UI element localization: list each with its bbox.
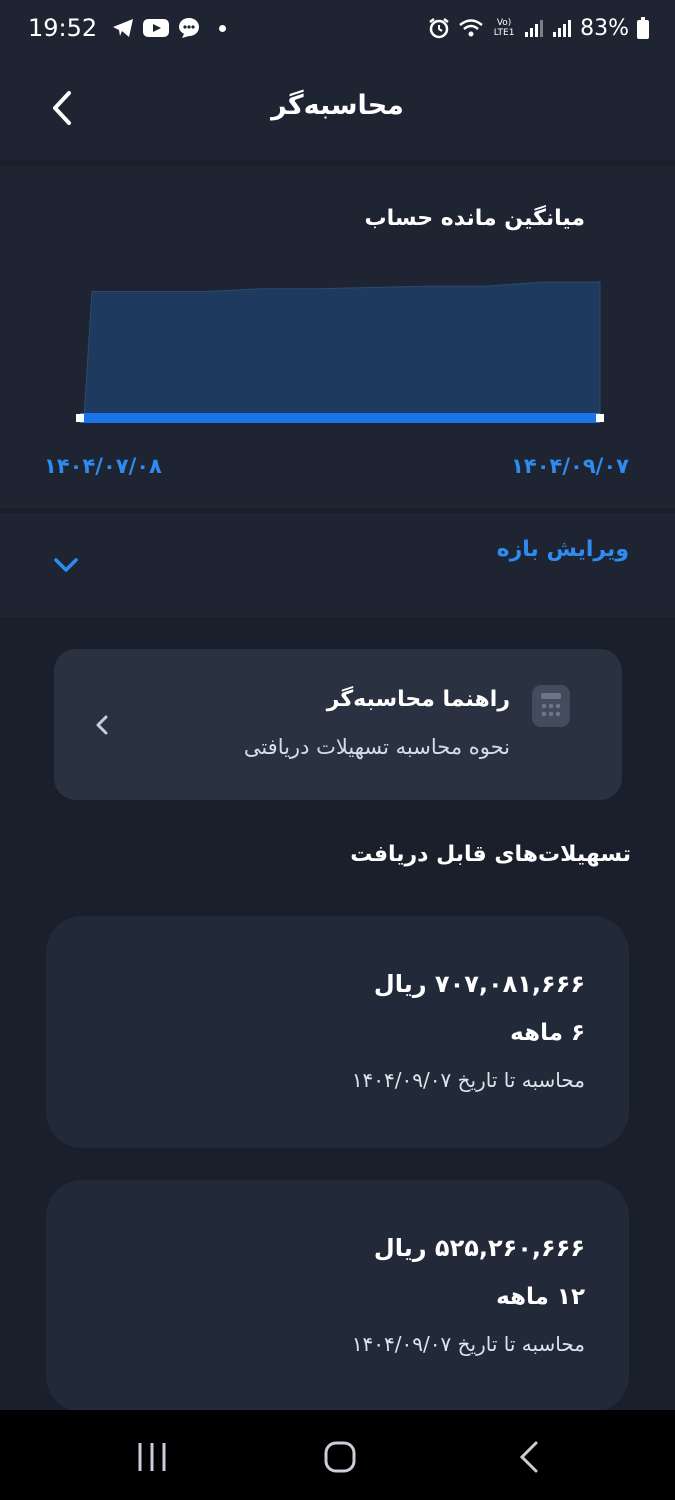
range-end-handle[interactable]	[596, 414, 604, 422]
battery-percentage: 83%	[580, 15, 629, 41]
wifi-icon	[459, 19, 483, 37]
loan-amount: ۷۰۷,۰۸۱,۶۶۶ ریال	[373, 970, 585, 998]
telegram-icon	[113, 19, 134, 37]
app-header: محاسبه‌گر	[0, 56, 675, 160]
average-balance-chart-card: میانگین مانده حساب ۱۴۰۴/۰۷/۰۸ ۱۴۰۴/۰۹/۰۷	[0, 166, 675, 508]
status-bar-left: 19:52	[28, 14, 227, 42]
section-heading: تسهیلات‌های قابل دریافت	[350, 842, 631, 867]
calculator-icon-glyph	[541, 693, 561, 717]
home-icon[interactable]	[320, 1440, 360, 1474]
edit-range-row[interactable]: ویرایش بازه	[0, 513, 675, 617]
calculator-icon	[532, 685, 570, 727]
loan-term: ۶ ماهه	[510, 1020, 585, 1046]
edit-range-label: ویرایش بازه	[496, 537, 629, 562]
loan-calculation-note: محاسبه تا تاریخ ۱۴۰۴/۰۹/۰۷	[351, 1068, 585, 1092]
youtube-icon	[143, 19, 170, 37]
chart-end-date: ۱۴۰۴/۰۹/۰۷	[511, 454, 629, 478]
back-nav-icon[interactable]	[510, 1440, 550, 1474]
page-title: محاسبه‌گر	[271, 90, 404, 121]
range-selection-bar[interactable]	[80, 413, 600, 423]
range-start-handle[interactable]	[76, 414, 84, 422]
battery-icon	[637, 17, 649, 39]
loan-amount: ۵۲۵,۲۶۰,۶۶۶ ریال	[373, 1234, 585, 1262]
signal-icon	[553, 20, 572, 37]
chevron-down-icon	[54, 558, 78, 572]
status-bar-right: Vo) LTE1 83%	[428, 16, 649, 41]
status-time: 19:52	[28, 14, 98, 42]
network-label: Vo) LTE1	[493, 18, 515, 38]
chart-start-date: ۱۴۰۴/۰۷/۰۸	[44, 454, 162, 478]
guide-title: راهنما محاسبه‌گر	[326, 687, 510, 712]
notification-dot	[219, 24, 227, 32]
status-bar: 19:52 Vo) LTE1 83%	[0, 0, 675, 56]
chevron-left-icon	[96, 715, 108, 735]
recent-apps-icon[interactable]	[132, 1440, 172, 1474]
chart-area-series	[80, 281, 601, 419]
loan-option-card[interactable]: ۷۰۷,۰۸۱,۶۶۶ ریال ۶ ماهه محاسبه تا تاریخ …	[46, 916, 629, 1148]
system-nav-bar	[0, 1410, 675, 1500]
loan-term: ۱۲ ماهه	[496, 1284, 585, 1310]
signal-icon	[525, 20, 544, 37]
calculator-guide-card[interactable]: راهنما محاسبه‌گر نحوه محاسبه تسهیلات دری…	[54, 649, 622, 800]
chat-icon	[179, 18, 200, 38]
guide-subtitle: نحوه محاسبه تسهیلات دریافتی	[243, 735, 510, 759]
loan-option-card[interactable]: ۵۲۵,۲۶۰,۶۶۶ ریال ۱۲ ماهه محاسبه تا تاریخ…	[46, 1180, 629, 1412]
loan-calculation-note: محاسبه تا تاریخ ۱۴۰۴/۰۹/۰۷	[351, 1332, 585, 1356]
alarm-icon	[429, 18, 449, 39]
